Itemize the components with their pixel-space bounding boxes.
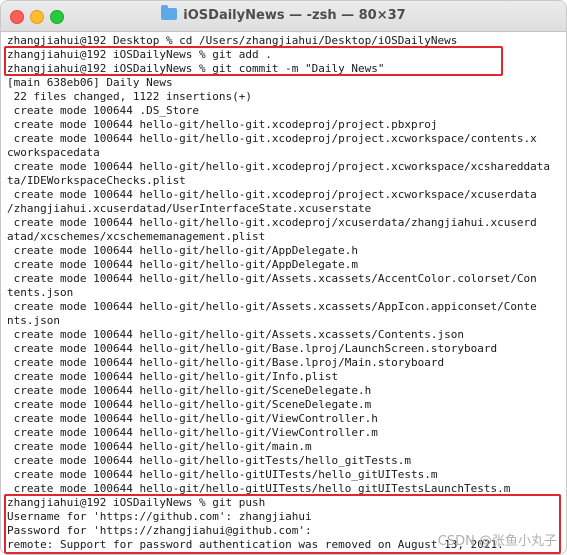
terminal-line: create mode 100644 hello-git/hello-git/B… (7, 356, 445, 369)
terminal-line: create mode 100644 hello-git/hello-git/S… (7, 384, 372, 397)
terminal-line: nts.json (7, 314, 60, 327)
title-bar: iOSDailyNews — -zsh — 80×37 (1, 1, 566, 32)
folder-icon (161, 5, 178, 20)
terminal-line: create mode 100644 hello-git/hello-git/A… (7, 300, 537, 313)
terminal-line: create mode 100644 hello-git/hello-git/V… (7, 426, 378, 439)
terminal-line: create mode 100644 hello-git/hello-git.x… (7, 160, 551, 173)
terminal-line: create mode 100644 hello-git/hello-git/I… (7, 370, 339, 383)
window-title: iOSDailyNews — -zsh — 80×37 (183, 8, 406, 23)
terminal-line: create mode 100644 hello-git/hello-git/m… (7, 440, 312, 453)
terminal-line: create mode 100644 .DS_Store (7, 104, 200, 117)
terminal-line: atad/xcschemes/xcschememanagement.plist (7, 230, 266, 243)
terminal-window: iOSDailyNews — -zsh — 80×37 zhangjiahui@… (0, 0, 567, 555)
terminal-line: create mode 100644 hello-git/hello-git.x… (7, 216, 537, 229)
terminal-line: tents.json (7, 286, 74, 299)
terminal-line: [main 638eb06] Daily News (7, 76, 173, 89)
terminal-line: create mode 100644 hello-git/hello-git/A… (7, 244, 358, 257)
terminal-line: ta/IDEWorkspaceChecks.plist (7, 174, 186, 187)
terminal-output[interactable]: zhangjiahui@192 Desktop % cd /Users/zhan… (7, 34, 563, 550)
terminal-line: create mode 100644 hello-git/hello-git.x… (7, 188, 537, 201)
watermark: CSDN @张鱼小丸子 (437, 534, 557, 549)
terminal-line: create mode 100644 hello-git/hello-git/B… (7, 342, 498, 355)
terminal-line: /zhangjiahui.xcuserdatad/UserInterfaceSt… (7, 202, 372, 215)
terminal-line: cworkspacedata (7, 146, 100, 159)
terminal-line: create mode 100644 hello-git/hello-gitUI… (7, 468, 438, 481)
terminal-line: 22 files changed, 1122 insertions(+) (7, 90, 253, 103)
terminal-line: create mode 100644 hello-git/hello-git/A… (7, 258, 358, 271)
terminal-line: create mode 100644 hello-git/hello-gitTe… (7, 454, 411, 467)
terminal-line: create mode 100644 hello-git/hello-git/V… (7, 412, 378, 425)
window-title-wrap: iOSDailyNews — -zsh — 80×37 (1, 5, 566, 23)
terminal-line: create mode 100644 hello-git/hello-git/A… (7, 272, 537, 285)
terminal-line: create mode 100644 hello-git/hello-git.x… (7, 132, 537, 145)
highlight-box-commit (4, 46, 503, 76)
terminal-line: create mode 100644 hello-git/hello-git.x… (7, 118, 438, 131)
terminal-line: create mode 100644 hello-git/hello-git/S… (7, 398, 372, 411)
terminal-line: create mode 100644 hello-git/hello-git/A… (7, 328, 464, 341)
